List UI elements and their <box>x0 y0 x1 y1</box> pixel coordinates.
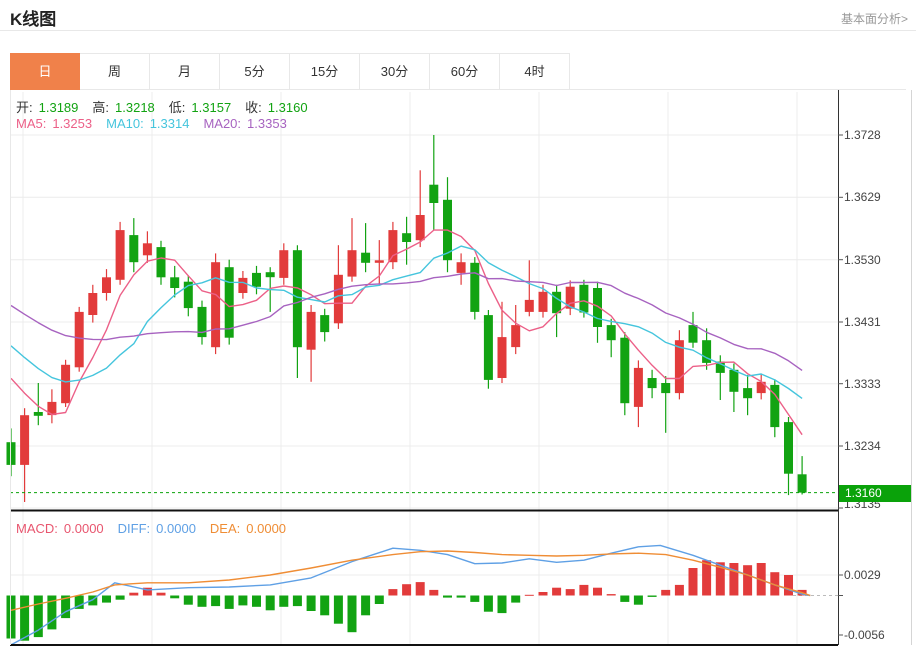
tab-15min[interactable]: 15分 <box>290 53 360 89</box>
ma-row-value-2: 1.3353 <box>247 116 287 131</box>
tab-30min[interactable]: 30分 <box>360 53 430 89</box>
price-axis-label: 1.3728 <box>844 128 881 142</box>
ma-row-label-0: MA5: <box>16 116 46 131</box>
ohlc-row-value-3: 1.3160 <box>268 100 308 115</box>
ohlc-row-label-0: 开: <box>16 100 33 115</box>
ohlc-row-value-1: 1.3218 <box>115 100 155 115</box>
macd-row-value-1: 0.0000 <box>156 521 196 536</box>
tab-5min[interactable]: 5分 <box>220 53 290 89</box>
ohlc-row-value-2: 1.3157 <box>191 100 231 115</box>
macd-row-value-0: 0.0000 <box>64 521 104 536</box>
tab-60min[interactable]: 60分 <box>430 53 500 89</box>
current-price-tag: 1.3160 <box>839 485 911 502</box>
price-axis-label: 1.3234 <box>844 439 881 453</box>
macd-axis-label: -0.0056 <box>844 628 885 642</box>
kline-widget: K线图 基本面分析> 日周月5分15分30分60分4时 开:1.3189高:1.… <box>0 0 916 648</box>
ma-row-value-0: 1.3253 <box>52 116 92 131</box>
macd-row-label-0: MACD: <box>16 521 58 536</box>
ma-row-value-1: 1.3314 <box>150 116 190 131</box>
ma-legend: MA5: 1.3253 MA10: 1.3314 MA20: 1.3353 <box>16 116 301 131</box>
macd-row-label-2: DEA: <box>210 521 240 536</box>
macd-row-label-1: DIFF: <box>118 521 151 536</box>
ohlc-legend: 开: 1.3189 高: 1.3218 低: 1.3157 收: 1.3160 <box>16 97 322 116</box>
interval-tabbar: 日周月5分15分30分60分4时 <box>10 53 570 90</box>
ohlc-row-label-1: 高: <box>92 100 109 115</box>
price-axis-label: 1.3629 <box>844 190 881 204</box>
price-axis-label: 1.3431 <box>844 315 881 329</box>
ohlc-row-value-0: 1.3189 <box>39 100 79 115</box>
ohlc-row-label-2: 低: <box>169 100 186 115</box>
ma-row-label-1: MA10: <box>106 116 144 131</box>
tab-4hour[interactable]: 4时 <box>500 53 570 89</box>
macd-row-value-2: 0.0000 <box>246 521 286 536</box>
macd-axis-label: 0.0029 <box>844 568 881 582</box>
ohlc-row-label-3: 收: <box>245 100 262 115</box>
tab-week[interactable]: 周 <box>80 53 150 89</box>
price-axis-label: 1.3530 <box>844 253 881 267</box>
ma-row-label-2: MA20: <box>203 116 241 131</box>
tab-month[interactable]: 月 <box>150 53 220 89</box>
price-axis-label: 1.3333 <box>844 377 881 391</box>
macd-legend: MACD: 0.0000 DIFF: 0.0000 DEA: 0.0000 <box>16 521 300 536</box>
tab-day[interactable]: 日 <box>10 53 80 90</box>
